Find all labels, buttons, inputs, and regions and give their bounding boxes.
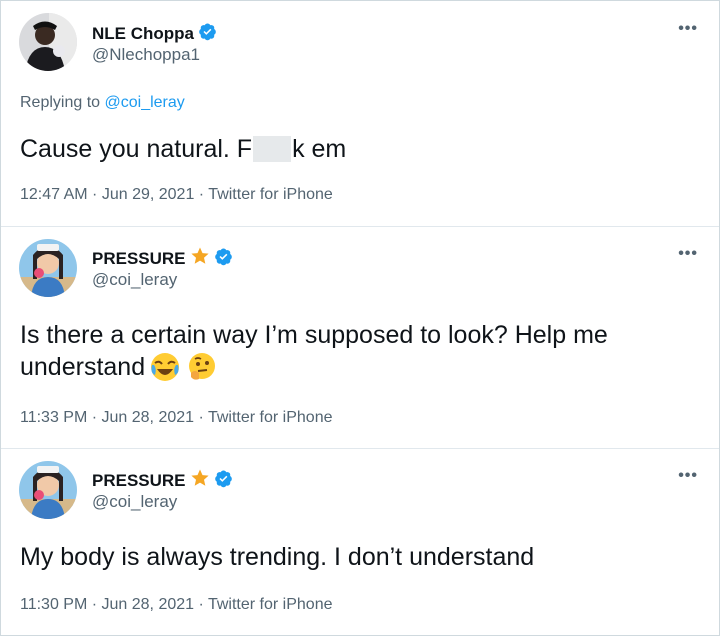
handle[interactable]: @coi_leray [92,270,177,290]
display-name[interactable]: NLE Choppa [92,24,194,44]
more-options-button[interactable]: ••• [678,245,698,263]
handle[interactable]: @Nlechoppa1 [92,45,200,65]
display-name[interactable]: PRESSURE [92,249,186,269]
tweet-meta: 12:47 AM · Jun 29, 2021 · Twitter for iP… [20,186,333,203]
more-options-button[interactable]: ••• [678,20,698,38]
thinking-face-icon [185,351,217,383]
tweet-source[interactable]: Twitter for iPhone [208,186,333,203]
tweet-meta: 11:33 PM · Jun 28, 2021 · Twitter for iP… [20,409,333,426]
star-icon [190,246,210,271]
star-icon [190,468,210,493]
tweet-2[interactable]: PRESSURE @coi_leray ••• Is there a certa… [0,227,720,448]
mention-link[interactable]: @coi_leray [105,94,185,111]
verified-badge-icon [198,22,217,46]
tweet-date[interactable]: Jun 29, 2021 [102,186,195,203]
censor-box [253,136,292,162]
display-name[interactable]: PRESSURE [92,471,186,491]
avatar[interactable] [19,239,77,297]
tweet-date[interactable]: Jun 28, 2021 [102,596,195,613]
avatar[interactable] [19,13,77,71]
tweet-date[interactable]: Jun 28, 2021 [102,409,195,426]
replying-to: Replying to @coi_leray [20,94,185,112]
tweet-text: Is there a certain way I’m supposed to l… [20,321,608,383]
tweet-text: My body is always trending. I don’t unde… [20,543,535,571]
tweet-time[interactable]: 11:30 PM [20,596,87,613]
face-with-tears-of-joy-icon [149,351,181,383]
replying-label: Replying to [20,94,101,111]
more-options-button[interactable]: ••• [678,467,698,485]
tweet-time[interactable]: 12:47 AM [20,186,88,203]
tweet-3[interactable]: PRESSURE @coi_leray ••• My body is alway… [0,449,720,635]
tweet-time[interactable]: 11:33 PM [20,409,87,426]
tweet-meta: 11:30 PM · Jun 28, 2021 · Twitter for iP… [20,596,333,613]
tweet-text: Cause you natural. Fk em [20,135,347,163]
tweet-source[interactable]: Twitter for iPhone [208,409,333,426]
handle[interactable]: @coi_leray [92,492,177,512]
tweet-source[interactable]: Twitter for iPhone [208,596,333,613]
tweet-1[interactable]: NLE Choppa @Nlechoppa1 ••• Replying to @… [0,0,720,226]
avatar[interactable] [19,461,77,519]
verified-badge-icon [214,247,233,271]
verified-badge-icon [214,469,233,493]
